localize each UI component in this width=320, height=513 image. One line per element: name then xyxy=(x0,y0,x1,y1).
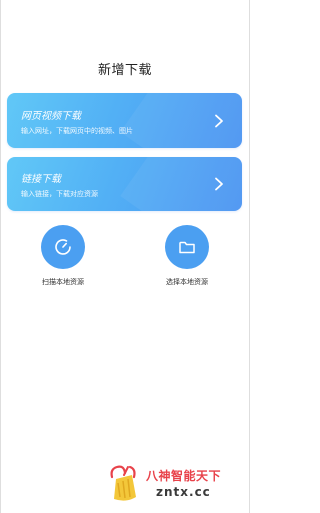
web-video-download-description: 输入网址，下载网页中的视频、图片 xyxy=(21,127,133,135)
scan-local-resources-button[interactable]: 扫描本地资源 xyxy=(13,225,113,287)
folder-icon xyxy=(179,241,195,254)
web-video-download-title: 网页视频下载 xyxy=(21,111,81,122)
web-video-download-card[interactable]: 网页视频下载 输入网址，下载网页中的视频、图片 xyxy=(7,93,242,148)
select-local-resources-button[interactable]: 选择本地资源 xyxy=(137,225,237,287)
scan-gauge-icon xyxy=(55,239,71,255)
select-local-resources-label: 选择本地资源 xyxy=(166,278,208,286)
link-download-title: 链接下载 xyxy=(21,174,61,185)
chevron-right-icon xyxy=(215,114,223,127)
page-title: 新增下载 xyxy=(97,63,152,78)
broom-logo-icon xyxy=(110,465,136,501)
link-download-card[interactable]: 链接下载 输入链接，下载对应资源 xyxy=(7,157,242,211)
scan-button-circle[interactable] xyxy=(41,225,85,269)
chevron-right-icon xyxy=(215,177,223,191)
scan-local-resources-label: 扫描本地资源 xyxy=(42,278,84,286)
watermark-url: zntx.cc xyxy=(156,485,211,499)
link-download-description: 输入链接，下载对应资源 xyxy=(21,190,98,198)
watermark-title: 八神智能天下 xyxy=(146,469,222,483)
folder-button-circle[interactable] xyxy=(165,225,209,269)
watermark: 八神智能天下 zntx.cc xyxy=(108,461,248,509)
